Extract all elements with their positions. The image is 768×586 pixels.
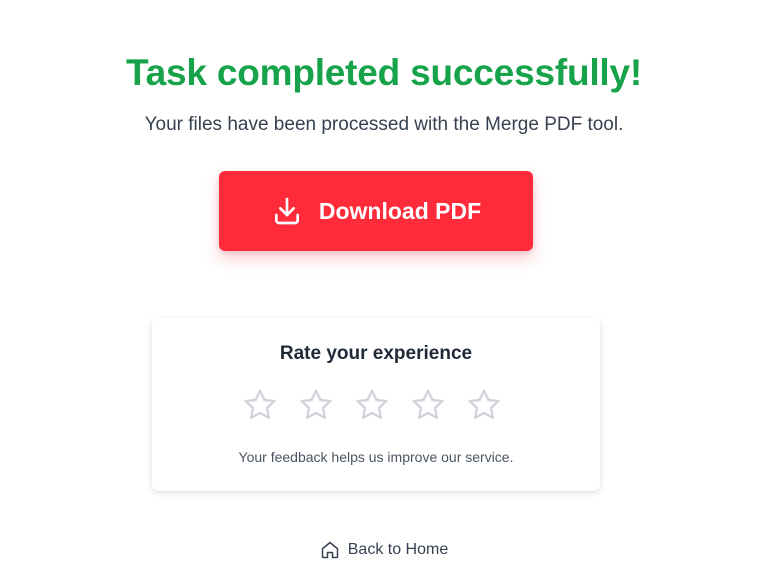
star-icon-1[interactable] xyxy=(242,387,278,423)
page-title: Task completed successfully! xyxy=(125,52,643,93)
download-icon xyxy=(271,195,303,227)
rating-note: Your feedback helps us improve our servi… xyxy=(238,449,514,465)
star-icon-4[interactable] xyxy=(410,387,446,423)
star-rating xyxy=(242,387,502,423)
rating-card: Rate your experience Your feedback helps… xyxy=(152,318,600,491)
home-icon xyxy=(320,540,340,560)
star-icon-2[interactable] xyxy=(298,387,334,423)
back-to-home-label: Back to Home xyxy=(347,541,449,558)
page-subtitle: Your files have been processed with the … xyxy=(144,114,624,135)
download-pdf-button[interactable]: Download PDF xyxy=(219,171,533,251)
star-icon-3[interactable] xyxy=(354,387,390,423)
back-to-home-link[interactable]: Back to Home xyxy=(0,540,768,560)
rating-title: Rate your experience xyxy=(279,343,473,364)
success-page: Task completed successfully! Your files … xyxy=(0,0,768,586)
star-icon-5[interactable] xyxy=(466,387,502,423)
download-pdf-label: Download PDF xyxy=(318,197,482,224)
